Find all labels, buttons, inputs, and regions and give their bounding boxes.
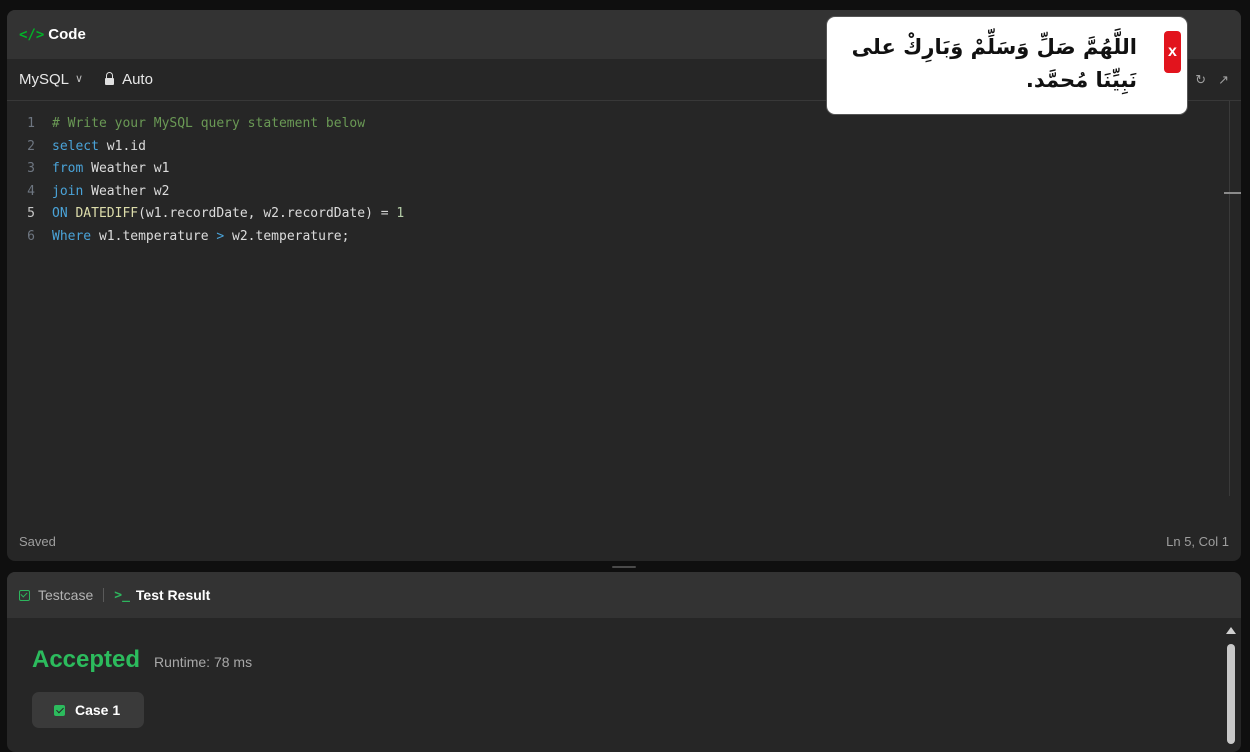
code-token: > <box>216 228 225 244</box>
editor-scroll-marker <box>1224 192 1241 194</box>
line-number: 4 <box>27 183 35 199</box>
terminal-prompt-icon: >_ <box>114 587 130 603</box>
line-number: 3 <box>27 161 35 176</box>
language-select[interactable]: MySQL ∨ <box>19 71 83 88</box>
code-token: = <box>372 206 397 221</box>
code-brackets-icon: </> <box>19 26 45 43</box>
code-token: DATEDIFF <box>67 206 139 221</box>
code-editor[interactable]: 1 # Write your MySQL query statement belo… <box>7 101 1241 521</box>
result-scroll-thumb[interactable] <box>1227 644 1235 744</box>
code-token: Weather w1 <box>83 161 170 176</box>
toolbar-right-actions: ↻ ↗ <box>1195 59 1229 101</box>
salawat-popup: اللَّهُمَّ صَلِّ وَسَلِّمْ وَبَارِكْ على… <box>826 16 1188 115</box>
case-1-button[interactable]: Case 1 <box>32 692 145 728</box>
code-line[interactable]: 3 from Weather w1 <box>7 158 1241 181</box>
status-row: Accepted Runtime: 78 ms <box>32 646 1241 674</box>
checkbox-icon <box>19 589 30 601</box>
code-token: join <box>52 183 84 199</box>
auto-mode-toggle[interactable]: Auto <box>105 71 153 88</box>
tab-divider <box>103 588 105 602</box>
result-panel: Testcase >_ Test Result Accepted Runtime… <box>7 572 1241 752</box>
panel-resize-handle[interactable] <box>612 566 636 568</box>
code-token: # Write your MySQL query statement below <box>52 116 366 131</box>
tab-test-result[interactable]: Test Result <box>136 587 210 603</box>
code-line[interactable]: 1 # Write your MySQL query statement belo… <box>7 113 1241 136</box>
code-lines[interactable]: 1 # Write your MySQL query statement belo… <box>7 101 1241 248</box>
scroll-up-arrow-icon[interactable] <box>1226 627 1236 634</box>
line-number: 5 <box>27 206 35 221</box>
line-number: 1 <box>27 116 35 131</box>
code-token: Where <box>52 228 92 244</box>
code-token: from <box>52 161 84 176</box>
editor-statusbar: Saved Ln 5, Col 1 <box>7 521 1241 561</box>
code-token: w2.temperature; <box>224 228 350 244</box>
code-line[interactable]: 2 select w1.id <box>7 136 1241 159</box>
code-line[interactable]: 4 join Weather w2 <box>7 181 1241 204</box>
code-title: Code <box>48 26 86 43</box>
line-number: 6 <box>27 228 35 244</box>
runtime-label: Runtime: 78 ms <box>154 654 253 670</box>
code-token: select <box>52 138 99 154</box>
code-line[interactable]: 6 Where w1.temperature > w2.temperature; <box>7 226 1241 249</box>
expand-icon[interactable]: ↗ <box>1218 72 1229 88</box>
check-square-icon <box>54 704 65 716</box>
code-token: ON <box>52 206 68 221</box>
accepted-status: Accepted <box>32 646 141 673</box>
auto-mode-label: Auto <box>122 71 153 88</box>
result-scrollbar[interactable] <box>1226 627 1236 752</box>
cursor-position: Ln 5, Col 1 <box>1166 533 1229 549</box>
code-token: 1 <box>396 206 405 221</box>
code-token: (w1.recordDate, w2.recordDate) <box>138 206 373 221</box>
editor-scrollbar[interactable] <box>1229 101 1230 496</box>
result-body: Accepted Runtime: 78 ms Case 1 <box>7 646 1241 728</box>
popup-close-button[interactable]: x <box>1164 31 1181 73</box>
code-token: w1.id <box>98 138 146 154</box>
popup-message: اللَّهُمَّ صَلِّ وَسَلِّمْ وَبَارِكْ على… <box>851 35 1137 92</box>
code-line[interactable]: 5 ON DATEDIFF (w1.recordDate, w2.recordDat… <box>7 203 1241 226</box>
tab-testcase[interactable]: Testcase <box>38 587 93 603</box>
code-token: w1.temperature <box>91 228 217 244</box>
language-label: MySQL <box>19 71 70 88</box>
chevron-down-icon: ∨ <box>75 73 84 85</box>
code-token: Weather w2 <box>83 183 170 199</box>
result-tabs: Testcase >_ Test Result <box>7 572 1241 618</box>
case-label: Case 1 <box>75 702 121 718</box>
reset-icon[interactable]: ↻ <box>1195 72 1206 88</box>
lock-icon <box>105 72 115 85</box>
line-number: 2 <box>27 138 35 154</box>
saved-status: Saved <box>19 533 56 549</box>
